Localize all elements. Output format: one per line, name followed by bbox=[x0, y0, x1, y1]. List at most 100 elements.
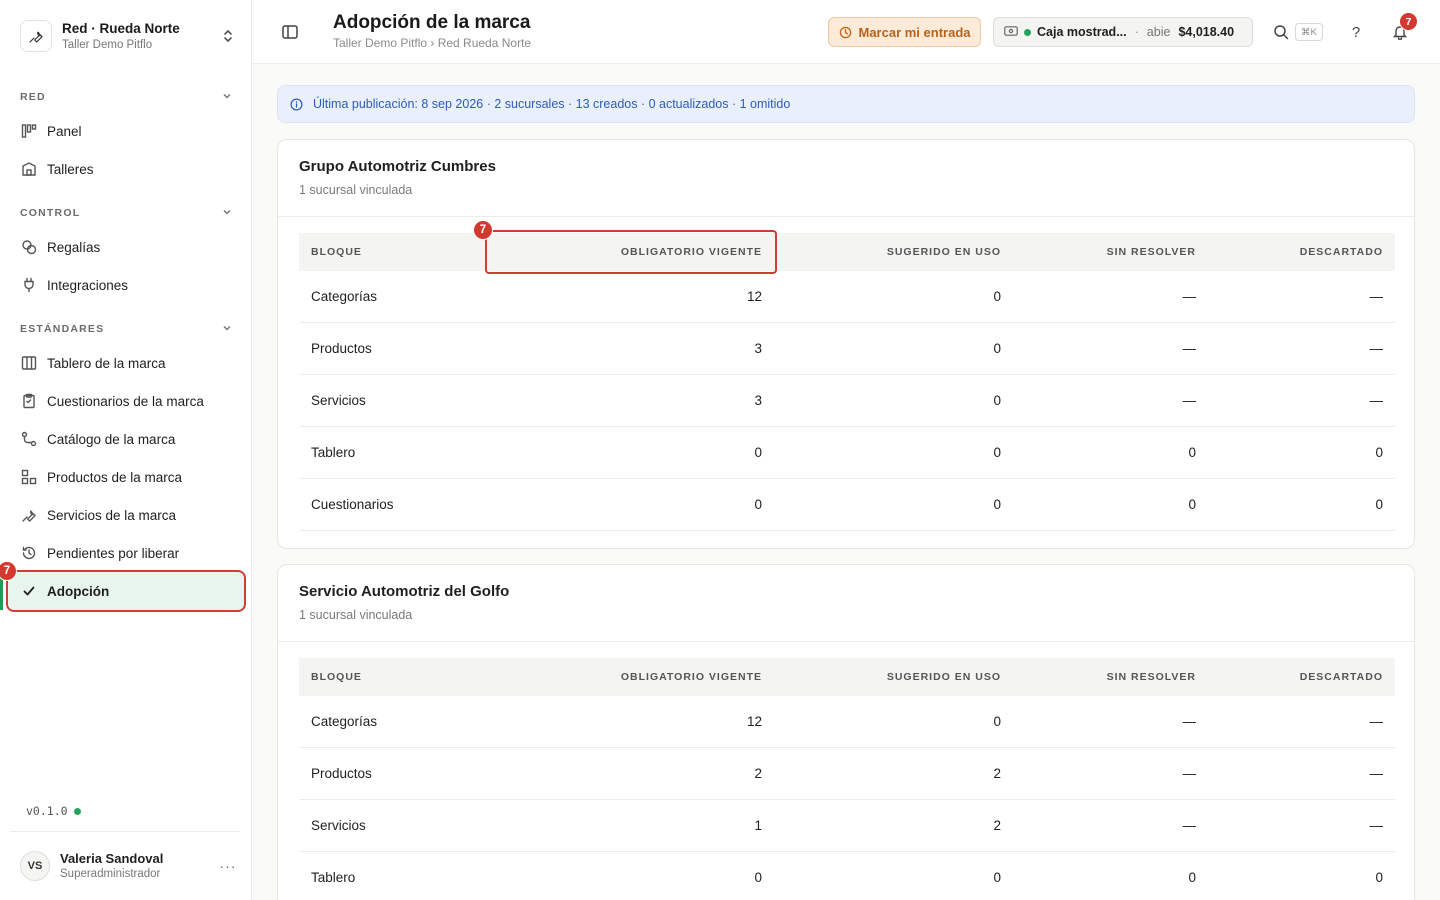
divider bbox=[278, 216, 1414, 217]
column-header-descartado[interactable]: DESCARTADO bbox=[1212, 246, 1395, 258]
main-content: Última publicación: 8 sep 2026 · 2 sucur… bbox=[252, 64, 1440, 900]
section-control[interactable]: CONTROL bbox=[20, 205, 232, 221]
cell-sin-resolver: — bbox=[1182, 341, 1197, 356]
panel-icon bbox=[20, 122, 38, 140]
cell-sin-resolver: 0 bbox=[1188, 445, 1196, 460]
version-label: v0.1.0 bbox=[26, 804, 81, 818]
cell-sin-resolver: 0 bbox=[1188, 870, 1196, 885]
cell-obligatorio: 3 bbox=[754, 393, 762, 408]
table-row: Cuestionarios 0 0 0 0 bbox=[299, 479, 1395, 531]
search-icon[interactable] bbox=[1271, 22, 1291, 42]
column-header-bloque[interactable]: BLOQUE bbox=[299, 246, 487, 258]
sidebar-item-servicios-marca[interactable]: Servicios de la marca bbox=[8, 496, 244, 534]
sidebar-item-label: Adopción bbox=[47, 583, 110, 599]
user-name: Valeria Sandoval bbox=[60, 851, 164, 866]
cell-bloque: Tablero bbox=[311, 870, 356, 885]
cash-register-button[interactable]: Caja mostrad... · abie $4,018.40 bbox=[993, 17, 1253, 47]
column-header-sugerido[interactable]: SUGERIDO EN USO bbox=[778, 671, 1017, 683]
cell-descartado: — bbox=[1369, 341, 1384, 356]
cell-sin-resolver: — bbox=[1182, 766, 1197, 781]
sidebar-toggle-icon[interactable] bbox=[280, 22, 300, 42]
cell-sugerido: 0 bbox=[993, 714, 1001, 729]
version-text: v0.1.0 bbox=[26, 804, 68, 818]
sidebar-item-pendientes[interactable]: Pendientes por liberar bbox=[8, 534, 244, 572]
cell-descartado: 0 bbox=[1375, 497, 1383, 512]
org-name: Red · Rueda Norte bbox=[62, 20, 180, 36]
table-row: Categorías 12 0 — — bbox=[299, 271, 1395, 323]
section-title: ESTÁNDARES bbox=[20, 323, 105, 335]
column-header-sin-resolver[interactable]: SIN RESOLVER bbox=[1017, 246, 1212, 258]
user-role: Superadministrador bbox=[60, 868, 161, 880]
chevron-down-icon bbox=[222, 207, 232, 220]
cell-obligatorio: 12 bbox=[746, 714, 762, 729]
sidebar: Red · Rueda Norte Taller Demo Pitflo RED… bbox=[0, 0, 252, 900]
cell-obligatorio: 0 bbox=[754, 497, 762, 512]
sidebar-item-productos-marca[interactable]: Productos de la marca bbox=[8, 458, 244, 496]
checkin-button[interactable]: Marcar mi entrada bbox=[828, 17, 981, 47]
group-subtitle: 1 sucursal vinculada bbox=[299, 608, 413, 622]
table-row: Tablero 0 0 0 0 bbox=[299, 427, 1395, 479]
notification-badge: 7 bbox=[1399, 12, 1418, 31]
sidebar-item-adopcion[interactable]: Adopción bbox=[6, 570, 246, 612]
sidebar-item-regalias[interactable]: Regalías bbox=[8, 228, 244, 266]
cell-sugerido: 2 bbox=[993, 818, 1001, 833]
column-header-sin-resolver[interactable]: SIN RESOLVER bbox=[1017, 671, 1212, 683]
register-amount: $4,018.40 bbox=[1178, 25, 1235, 39]
sidebar-item-talleres[interactable]: Talleres bbox=[8, 150, 244, 188]
cell-descartado: — bbox=[1369, 289, 1384, 304]
check-icon bbox=[20, 582, 38, 600]
cell-bloque: Productos bbox=[311, 766, 372, 781]
more-icon[interactable]: ··· bbox=[216, 858, 240, 874]
history-icon bbox=[20, 544, 38, 562]
cell-bloque: Servicios bbox=[311, 393, 366, 408]
column-header-obligatorio[interactable]: OBLIGATORIO VIGENTE bbox=[487, 246, 778, 258]
sidebar-item-integraciones[interactable]: Integraciones bbox=[8, 266, 244, 304]
section-title: CONTROL bbox=[20, 207, 81, 219]
cell-sugerido: 0 bbox=[993, 393, 1001, 408]
cell-descartado: — bbox=[1369, 393, 1384, 408]
section-estandares[interactable]: ESTÁNDARES bbox=[20, 321, 232, 337]
cell-bloque: Servicios bbox=[311, 818, 366, 833]
column-header-obligatorio[interactable]: OBLIGATORIO VIGENTE bbox=[487, 671, 778, 683]
help-icon[interactable]: ? bbox=[1346, 22, 1366, 42]
column-header-bloque[interactable]: BLOQUE bbox=[299, 671, 487, 683]
cell-obligatorio: 12 bbox=[746, 289, 762, 304]
page-title: Adopción de la marca bbox=[333, 12, 531, 33]
cell-sugerido: 2 bbox=[993, 766, 1001, 781]
plug-icon bbox=[20, 276, 38, 294]
cell-sugerido: 0 bbox=[993, 870, 1001, 885]
sidebar-item-cuestionarios-marca[interactable]: Cuestionarios de la marca bbox=[8, 382, 244, 420]
column-header-descartado[interactable]: DESCARTADO bbox=[1212, 671, 1395, 683]
sidebar-item-tablero-marca[interactable]: Tablero de la marca bbox=[8, 344, 244, 382]
cell-sin-resolver: — bbox=[1182, 289, 1197, 304]
sidebar-item-label: Panel bbox=[47, 123, 82, 139]
sidebar-item-label: Cuestionarios de la marca bbox=[47, 393, 204, 409]
cell-obligatorio: 2 bbox=[754, 766, 762, 781]
table-row: Productos 3 0 — — bbox=[299, 323, 1395, 375]
table-header: BLOQUE OBLIGATORIO VIGENTE SUGERIDO EN U… bbox=[299, 233, 1395, 271]
register-name: Caja mostrad... bbox=[1037, 25, 1127, 39]
group-card: Grupo Automotriz Cumbres 1 sucursal vinc… bbox=[277, 139, 1415, 549]
sidebar-item-catalogo-marca[interactable]: Catálogo de la marca bbox=[8, 420, 244, 458]
sidebar-item-label: Productos de la marca bbox=[47, 469, 183, 485]
cell-descartado: — bbox=[1369, 818, 1384, 833]
wrench-icon bbox=[20, 506, 38, 524]
org-switcher[interactable]: Red · Rueda Norte Taller Demo Pitflo bbox=[20, 18, 236, 54]
sidebar-item-label: Integraciones bbox=[47, 277, 129, 293]
chevron-down-icon bbox=[222, 91, 232, 104]
boxes-icon bbox=[20, 468, 38, 486]
route-icon bbox=[20, 430, 38, 448]
sidebar-item-panel[interactable]: Panel bbox=[8, 112, 244, 150]
table-row: Tablero 0 0 0 0 bbox=[299, 852, 1395, 900]
cell-descartado: 0 bbox=[1375, 445, 1383, 460]
cell-obligatorio: 3 bbox=[754, 341, 762, 356]
cell-sin-resolver: — bbox=[1182, 818, 1197, 833]
breadcrumb: Taller Demo Pitflo › Red Rueda Norte bbox=[333, 36, 532, 50]
cell-descartado: — bbox=[1369, 714, 1384, 729]
column-header-sugerido[interactable]: SUGERIDO EN USO bbox=[778, 246, 1017, 258]
status-dot bbox=[1024, 28, 1031, 36]
section-red[interactable]: RED bbox=[20, 89, 232, 105]
adoption-table: BLOQUE OBLIGATORIO VIGENTE SUGERIDO EN U… bbox=[299, 233, 1395, 531]
coins-icon bbox=[20, 238, 38, 256]
user-menu[interactable]: VS Valeria Sandoval Superadministrador ·… bbox=[10, 831, 240, 900]
